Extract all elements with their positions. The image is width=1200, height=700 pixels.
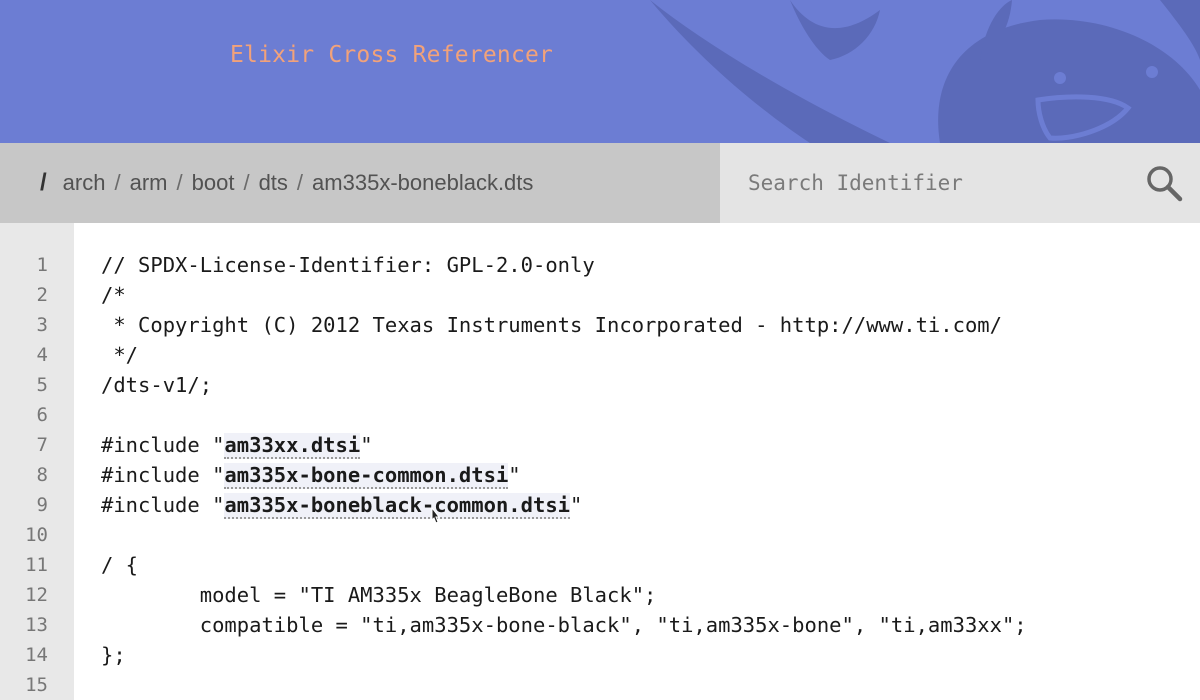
code-text: */ <box>101 343 139 367</box>
code-line: 2 /* <box>0 280 1200 310</box>
line-number[interactable]: 15 <box>0 670 48 700</box>
line-number[interactable]: 3 <box>0 310 48 340</box>
search-button[interactable] <box>1144 163 1184 203</box>
code-text: }; <box>101 643 126 667</box>
line-number[interactable]: 12 <box>0 580 48 610</box>
code-line: 3 * Copyright (C) 2012 Texas Instruments… <box>0 310 1200 340</box>
code-text: /* <box>101 283 126 307</box>
breadcrumb-root[interactable]: / <box>40 169 47 197</box>
breadcrumb-item-current-file[interactable]: am335x-boneblack.dts <box>312 170 533 196</box>
line-number[interactable]: 4 <box>0 340 48 370</box>
line-number[interactable]: 13 <box>0 610 48 640</box>
include-quote: " <box>570 493 583 517</box>
code-lines: 1 // SPDX-License-Identifier: GPL-2.0-onl… <box>0 250 1200 700</box>
code-line: 10 <box>0 520 1200 550</box>
code-line: 4 */ <box>0 340 1200 370</box>
site-header: Elixir Cross Referencer <box>0 0 1200 143</box>
breadcrumb-separator: / <box>296 170 304 195</box>
breadcrumb-separator: / <box>243 170 250 195</box>
code-text: #include "am33xx.dtsi" <box>101 430 373 460</box>
code-line: 11 / { <box>0 550 1200 580</box>
site-title[interactable]: Elixir Cross Referencer <box>230 42 553 68</box>
code-text: compatible = "ti,am335x-bone-black", "ti… <box>101 613 1027 637</box>
line-number[interactable]: 9 <box>0 490 48 520</box>
include-directive: #include " <box>101 493 225 517</box>
code-line: 15 <box>0 670 1200 700</box>
include-directive: #include " <box>101 463 225 487</box>
source-code-view: 1 // SPDX-License-Identifier: GPL-2.0-onl… <box>0 223 1200 700</box>
code-line: 9 #include "am335x-boneblack-common.dtsi" <box>0 490 1200 520</box>
penguin-mascot-icon <box>650 0 1200 143</box>
code-line: 6 <box>0 400 1200 430</box>
include-file-link[interactable]: am335x-boneblack-common.dtsi <box>224 493 570 519</box>
breadcrumb-item-boot[interactable]: boot <box>192 170 235 196</box>
mouse-pointer-icon <box>431 507 441 524</box>
include-quote: " <box>360 433 373 457</box>
breadcrumb-item-arch[interactable]: arch <box>63 170 106 196</box>
code-line: 14}; <box>0 640 1200 670</box>
include-file-link[interactable]: am33xx.dtsi <box>224 433 361 459</box>
code-text: #include "am335x-bone-common.dtsi" <box>101 460 521 490</box>
line-number[interactable]: 11 <box>0 550 48 580</box>
line-number[interactable]: 5 <box>0 370 48 400</box>
line-number[interactable]: 7 <box>0 430 48 460</box>
breadcrumb-item-dts[interactable]: dts <box>259 170 288 196</box>
breadcrumb-item-arm[interactable]: arm <box>130 170 168 196</box>
line-number[interactable]: 14 <box>0 640 48 670</box>
code-text: model = "TI AM335x BeagleBone Black"; <box>101 583 657 607</box>
include-file-link[interactable]: am335x-bone-common.dtsi <box>224 463 509 489</box>
line-number[interactable]: 10 <box>0 520 48 550</box>
breadcrumb-separator: / <box>176 170 183 195</box>
search-bar <box>720 143 1200 223</box>
code-line: 1 // SPDX-License-Identifier: GPL-2.0-onl… <box>0 250 1200 280</box>
code-line: 7 #include "am33xx.dtsi" <box>0 430 1200 460</box>
line-number[interactable]: 1 <box>0 250 48 280</box>
code-text: / { <box>101 553 139 577</box>
search-input[interactable] <box>748 165 1108 201</box>
code-line: 8 #include "am335x-bone-common.dtsi" <box>0 460 1200 490</box>
breadcrumb: / arch / arm / boot / dts / am335x-boneb… <box>0 143 720 223</box>
include-quote: " <box>508 463 521 487</box>
code-text: #include "am335x-boneblack-common.dtsi" <box>101 490 582 520</box>
breadcrumb-separator: / <box>114 170 121 195</box>
code-line: 5/dts-v1/; <box>0 370 1200 400</box>
code-line: 12 model = "TI AM335x BeagleBone Black"; <box>0 580 1200 610</box>
navigation-bar: / arch / arm / boot / dts / am335x-boneb… <box>0 143 1200 223</box>
code-line: 13 compatible = "ti,am335x-bone-black", … <box>0 610 1200 640</box>
line-number[interactable]: 8 <box>0 460 48 490</box>
line-number[interactable]: 6 <box>0 400 48 430</box>
include-directive: #include " <box>101 433 225 457</box>
search-icon <box>1147 166 1183 202</box>
line-number[interactable]: 2 <box>0 280 48 310</box>
code-text: * Copyright (C) 2012 Texas Instruments I… <box>101 313 1002 337</box>
code-text: // SPDX-License-Identifier: GPL-2.0-only <box>101 253 595 277</box>
code-text: /dts-v1/; <box>101 373 213 397</box>
